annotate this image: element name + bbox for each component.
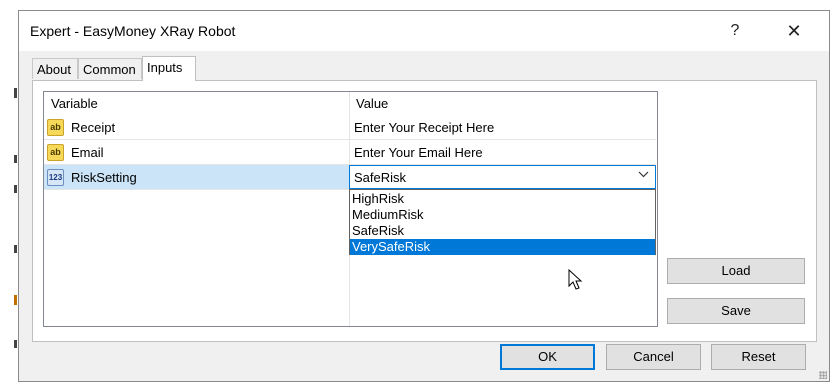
tab-inputs[interactable]: Inputs: [142, 56, 196, 81]
expert-dialog: Expert - EasyMoney XRay Robot ? ✕ About …: [18, 10, 830, 382]
integer-type-icon: 123: [47, 169, 64, 186]
inputs-grid: Variable Value ab Receipt Enter Your Rec…: [43, 91, 658, 327]
background-mark: [14, 88, 17, 98]
background-mark: [14, 185, 17, 193]
help-button[interactable]: ?: [713, 17, 757, 45]
column-header-value[interactable]: Value: [356, 96, 388, 111]
load-button[interactable]: Load: [667, 258, 805, 284]
ok-button[interactable]: OK: [500, 344, 595, 370]
background-mark: [14, 155, 17, 163]
dropdown-option-saferisk[interactable]: SafeRisk: [350, 223, 655, 239]
resize-grip-icon[interactable]: [819, 371, 827, 379]
background-window-edge: [0, 0, 18, 392]
tab-about[interactable]: About: [32, 58, 78, 79]
variable-value[interactable]: Enter Your Email Here: [354, 145, 483, 160]
variable-name: Email: [71, 145, 104, 160]
save-button[interactable]: Save: [667, 298, 805, 324]
variable-name: Receipt: [71, 120, 116, 135]
background-mark: [14, 295, 17, 305]
risk-setting-dropdown-list: HighRisk MediumRisk SafeRisk VerySafeRis…: [349, 189, 656, 255]
variable-name: RiskSetting: [71, 170, 137, 185]
window-title: Expert - EasyMoney XRay Robot: [30, 23, 236, 39]
mouse-pointer-icon: [568, 269, 583, 290]
column-header-variable[interactable]: Variable: [51, 96, 98, 111]
table-row-risksetting[interactable]: 123 RiskSetting SafeRisk HighRisk Medium…: [44, 165, 656, 255]
risk-setting-combobox[interactable]: SafeRisk: [349, 165, 656, 189]
title-bar[interactable]: Expert - EasyMoney XRay Robot ? ✕: [19, 11, 829, 51]
background-mark: [14, 245, 17, 253]
table-row-receipt[interactable]: ab Receipt Enter Your Receipt Here: [44, 115, 656, 140]
variable-value[interactable]: Enter Your Receipt Here: [354, 120, 494, 135]
cancel-button[interactable]: Cancel: [606, 344, 701, 370]
string-type-icon: ab: [47, 119, 64, 136]
dropdown-option-mediumrisk[interactable]: MediumRisk: [350, 207, 655, 223]
chevron-down-icon[interactable]: [638, 169, 649, 183]
dropdown-option-highrisk[interactable]: HighRisk: [350, 191, 655, 207]
grid-header: Variable Value: [44, 92, 657, 115]
string-type-icon: ab: [47, 144, 64, 161]
tab-common[interactable]: Common: [78, 58, 142, 79]
inputs-panel: Variable Value ab Receipt Enter Your Rec…: [32, 80, 817, 342]
dropdown-option-verysaferisk[interactable]: VerySafeRisk: [350, 239, 655, 255]
combobox-value: SafeRisk: [354, 170, 407, 185]
close-button[interactable]: ✕: [772, 17, 816, 45]
reset-button[interactable]: Reset: [711, 344, 806, 370]
background-mark: [14, 340, 17, 348]
table-row-email[interactable]: ab Email Enter Your Email Here: [44, 140, 656, 165]
